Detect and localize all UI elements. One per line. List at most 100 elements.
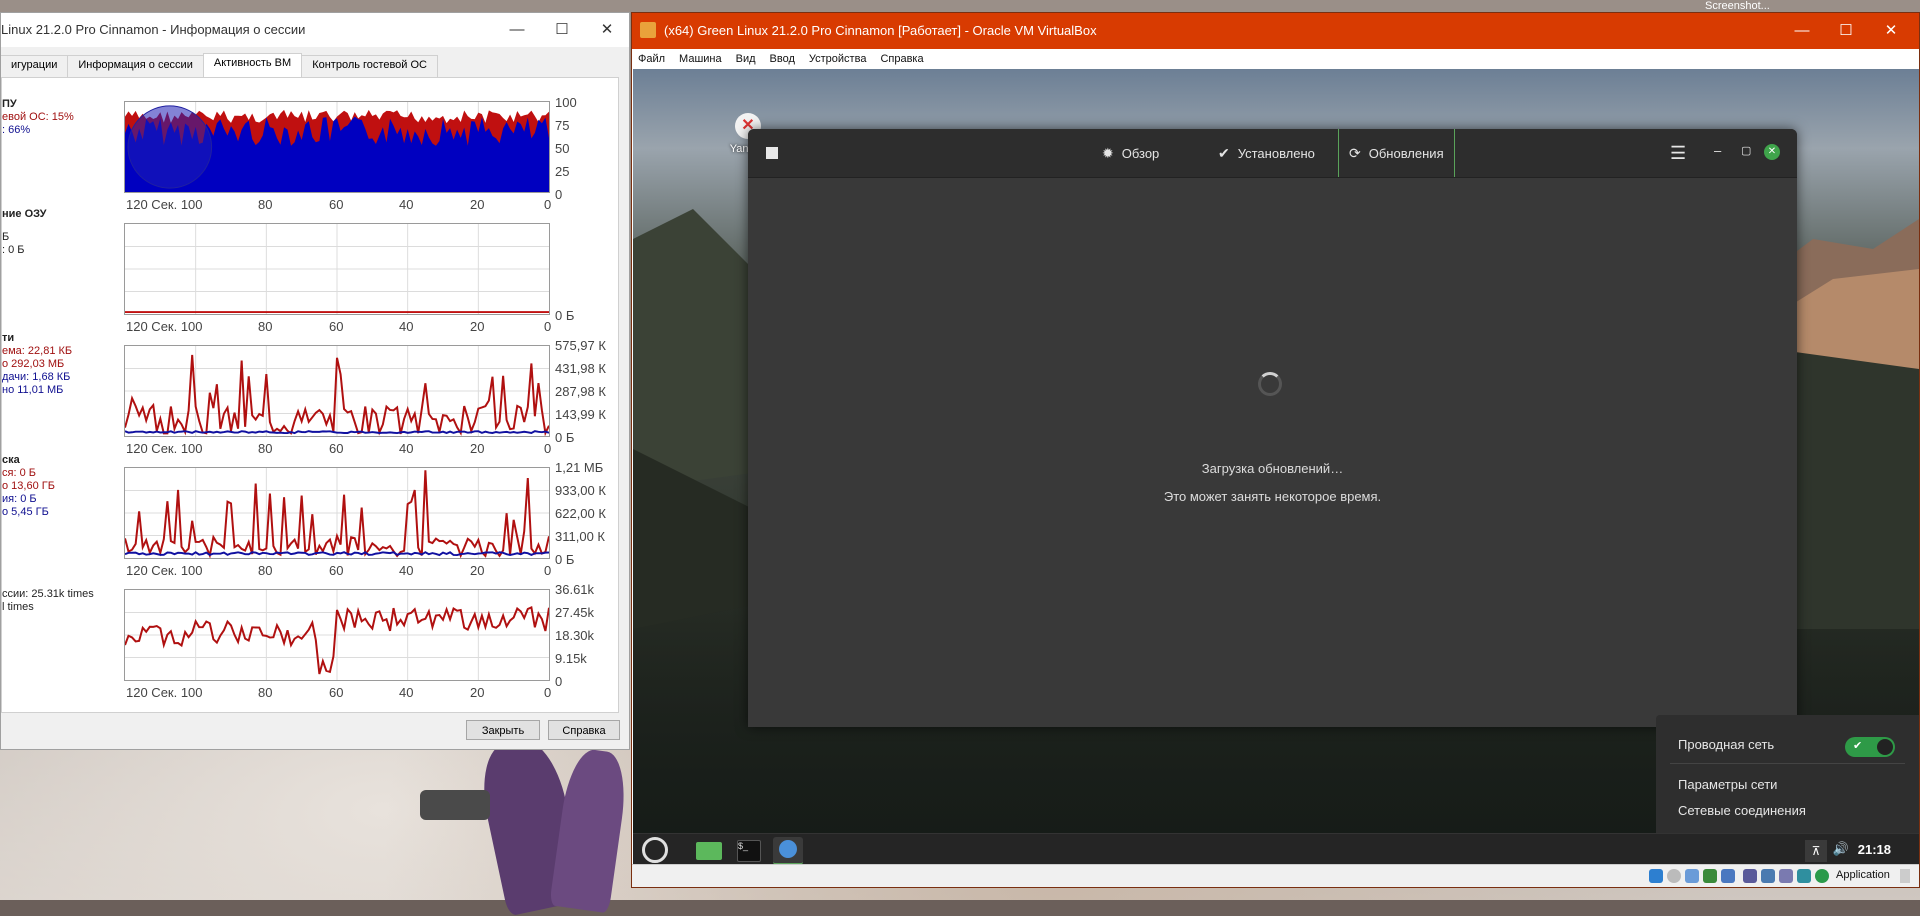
volume-tray-icon[interactable]: 🔊 — [1833, 841, 1849, 857]
vbox-minimize-button[interactable]: — — [1790, 20, 1814, 42]
tab-guest-control[interactable]: Контроль гостевой ОС — [301, 55, 438, 77]
session-tabs: игурации Информация о сессии Активность … — [1, 53, 438, 81]
gear-icon: ✹ — [1102, 144, 1114, 161]
session-titlebar[interactable]: Linux 21.2.0 Pro Cinnamon - Информация о… — [1, 13, 629, 47]
hard-disk-status-icon[interactable] — [1649, 869, 1663, 883]
x-tick: 80 — [258, 197, 273, 212]
x-tick: 0 — [544, 685, 552, 700]
x-tick: 20 — [470, 319, 485, 334]
close-dialog-button[interactable]: Закрыть — [466, 720, 540, 740]
window-close-button[interactable]: ✕ — [1764, 144, 1780, 160]
menu-help[interactable]: Справка — [880, 53, 923, 65]
terminal-icon[interactable]: $_ — [733, 837, 763, 863]
recording-status-icon[interactable] — [1779, 869, 1793, 883]
network-status-icon[interactable] — [1703, 869, 1717, 883]
y-tick: 0 Б — [555, 430, 575, 445]
tab-configuration[interactable]: игурации — [1, 55, 69, 77]
network-graph — [124, 345, 550, 437]
menu-view[interactable]: Вид — [736, 53, 756, 65]
y-tick: 0 — [555, 187, 563, 202]
x-tick: 0 — [544, 563, 552, 578]
update-manager-taskbar-icon[interactable] — [773, 837, 803, 865]
virtualbox-window: (x64) Green Linux 21.2.0 Pro Cinnamon [Р… — [631, 12, 1920, 888]
x-tick: 60 — [329, 319, 344, 334]
network-popup-menu: Проводная сеть ✔ Параметры сети Сетевые … — [1656, 715, 1919, 833]
host-screenshot-label[interactable]: Screenshot... — [1705, 0, 1770, 12]
x-tick: 40 — [399, 563, 414, 578]
check-circle-icon: ✔ — [1218, 144, 1230, 161]
x-tick: 40 — [399, 441, 414, 456]
disk-read-total: о 13,60 ГБ — [2, 480, 55, 492]
clock[interactable]: 21:18 — [1858, 842, 1891, 857]
virtualbox-app-icon — [640, 22, 656, 38]
y-tick: 75 — [555, 118, 570, 133]
ram-used: : 0 Б — [2, 244, 25, 256]
close-button[interactable]: ✕ — [596, 19, 618, 41]
shared-folders-status-icon[interactable] — [1743, 869, 1757, 883]
network-connections-item[interactable]: Сетевые соединения — [1678, 803, 1806, 818]
help-button[interactable]: Справка — [548, 720, 620, 740]
x-tick: 60 — [329, 563, 344, 578]
x-tick: 120 Сек. 100 — [126, 319, 203, 334]
wired-network-label[interactable]: Проводная сеть — [1678, 737, 1774, 752]
display-status-icon[interactable] — [1761, 869, 1775, 883]
file-manager-icon[interactable] — [693, 837, 723, 863]
usb-status-icon[interactable] — [1721, 869, 1735, 883]
y-tick: 100 — [555, 95, 577, 110]
tab-session-info[interactable]: Информация о сессии — [67, 55, 204, 77]
network-receive-total: о 292,03 МБ — [2, 358, 65, 370]
statusbar-text: Application — [1836, 869, 1890, 881]
vbox-window-title: (x64) Green Linux 21.2.0 Pro Cinnamon [Р… — [664, 23, 1097, 38]
vbox-close-button[interactable]: ✕ — [1879, 20, 1903, 42]
wired-network-toggle[interactable]: ✔ — [1845, 737, 1895, 757]
toggle-check-icon: ✔ — [1853, 740, 1863, 752]
menu-devices[interactable]: Устройства — [809, 53, 867, 65]
x-tick: 80 — [258, 441, 273, 456]
x-tick: 120 Сек. 100 — [126, 685, 203, 700]
ram-graph — [124, 223, 550, 315]
popup-divider — [1670, 763, 1905, 764]
window-maximize-button[interactable]: ▢ — [1741, 144, 1751, 157]
x-tick: 120 Сек. 100 — [126, 563, 203, 578]
y-tick: 933,00 К — [555, 483, 606, 498]
hamburger-menu-icon[interactable]: ☰ — [1670, 143, 1686, 164]
loading-spinner-icon — [1258, 372, 1282, 396]
y-tick: 50 — [555, 141, 570, 156]
y-tick: 0 Б — [555, 308, 575, 323]
optical-drive-status-icon[interactable] — [1667, 869, 1681, 883]
window-minimize-button[interactable]: – — [1714, 143, 1721, 158]
tab-overview-label: Обзор — [1121, 145, 1160, 161]
vm-exits-metric-labels: ссии: 25.31k times l times — [2, 588, 94, 614]
menu-machine[interactable]: Машина — [679, 53, 722, 65]
vbox-titlebar[interactable]: (x64) Green Linux 21.2.0 Pro Cinnamon [Р… — [632, 13, 1919, 49]
tab-installed[interactable]: ✔ Установлено — [1218, 129, 1315, 177]
tab-updates[interactable]: ⟳ Обновления — [1338, 129, 1455, 177]
guest-screen[interactable]: ✕ Yandex ✹ Обзор ✔ Установлено ⟳ Обновле… — [633, 69, 1919, 865]
menu-file[interactable]: Файл — [638, 53, 665, 65]
vm-activity-panel: ПУ евой ОС: 15% : 66% 100 75 50 25 0 120… — [1, 77, 619, 713]
minimize-button[interactable]: — — [506, 19, 528, 41]
update-manager-header[interactable]: ✹ Обзор ✔ Установлено ⟳ Обновления ☰ – ▢… — [748, 129, 1797, 178]
maximize-button[interactable]: ☐ — [551, 19, 573, 41]
tab-overview[interactable]: ✹ Обзор — [1102, 129, 1159, 177]
network-tray-icon[interactable]: ⊼ — [1805, 840, 1827, 862]
x-tick: 0 — [544, 197, 552, 212]
cpu-status-icon[interactable] — [1797, 869, 1811, 883]
update-manager-window: ✹ Обзор ✔ Установлено ⟳ Обновления ☰ – ▢… — [748, 129, 1797, 727]
disk-read-rate: ся: 0 Б — [2, 467, 36, 479]
network-settings-item[interactable]: Параметры сети — [1678, 777, 1777, 792]
menu-launcher-icon[interactable] — [639, 837, 671, 863]
y-tick: 36.61k — [555, 582, 595, 597]
x-tick: 80 — [258, 319, 273, 334]
ram-title: ние ОЗУ — [2, 208, 47, 220]
session-info-window: Linux 21.2.0 Pro Cinnamon - Информация о… — [0, 12, 630, 750]
cpu-title: ПУ — [2, 98, 17, 110]
audio-status-icon[interactable] — [1685, 869, 1699, 883]
y-tick: 143,99 К — [555, 407, 606, 422]
vbox-maximize-button[interactable]: ☐ — [1834, 20, 1858, 42]
y-tick: 0 — [555, 674, 563, 689]
host-key-icon — [1900, 869, 1910, 883]
mouse-status-icon[interactable] — [1815, 869, 1829, 883]
y-tick: 311,00 К — [555, 529, 605, 544]
menu-input[interactable]: Ввод — [770, 53, 795, 65]
